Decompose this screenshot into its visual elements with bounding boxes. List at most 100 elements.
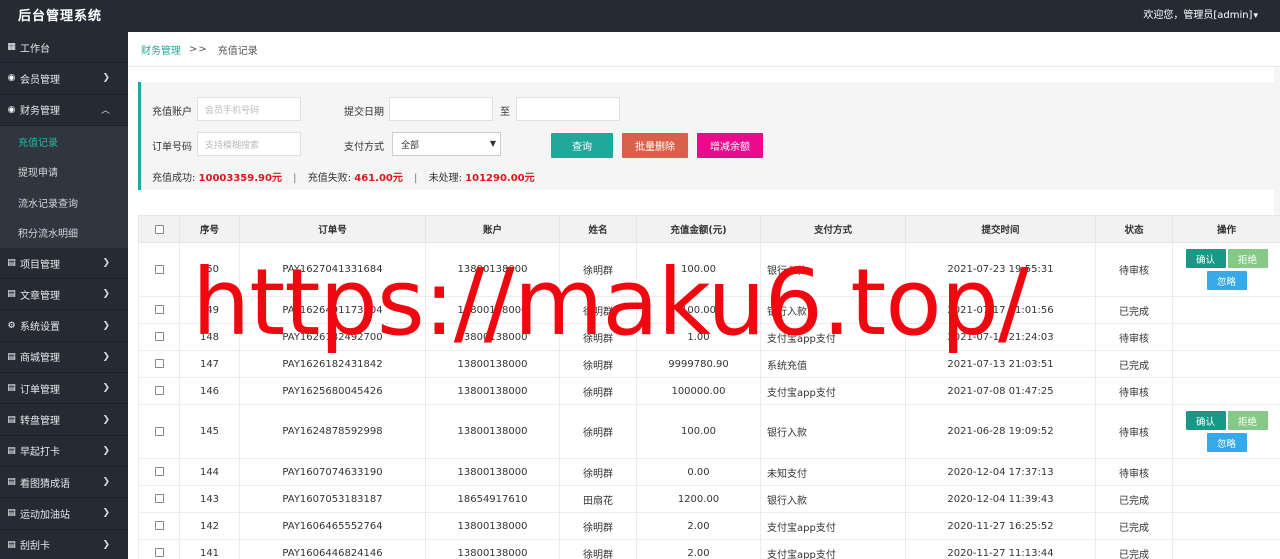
cell-amount: 0.00 [636, 458, 761, 486]
user-menu[interactable]: 欢迎您，管理员[admin]▾ [1143, 6, 1258, 21]
cell-method: 未知支付 [760, 458, 906, 486]
cell-amount: 2.00 [636, 539, 761, 559]
table-row: 145 PAY1624878592998 13800138000 徐明群 100.00 银… [138, 404, 1280, 459]
sidebar-item[interactable]: ▤ 订单管理 ❯ [0, 373, 128, 405]
sidebar-item-workbench[interactable]: ▦ 工作台 [0, 32, 128, 64]
sidebar-item-label: 会员管理 [20, 74, 60, 86]
cell-amount: 1200.00 [636, 485, 761, 513]
row-checkbox[interactable] [154, 494, 164, 503]
account-input[interactable]: 会员手机号码 [197, 97, 301, 121]
column-header: 充值金额(元) [636, 215, 761, 243]
row-checkbox[interactable] [154, 386, 164, 395]
cell-order: PAY1624878592998 [239, 404, 426, 459]
row-checkbox[interactable] [154, 332, 164, 341]
sidebar-item-finance[interactable]: ◉ 财务管理 ︿ [0, 95, 128, 126]
sidebar-item[interactable]: ⚙ 系统设置 ❯ [0, 310, 128, 342]
cell-time: 2021-07-23 19:55:31 [905, 242, 1096, 297]
sidebar-subitem[interactable]: 流水记录查询 [0, 186, 128, 218]
sidebar-item[interactable]: ▤ 刮刮卡 ❯ [0, 530, 128, 559]
pay-method-select[interactable]: 全部 ▼ [392, 132, 501, 156]
cell-method: 银行入款 [760, 404, 906, 459]
sidebar-item[interactable]: ▤ 运动加油站 ❯ [0, 498, 128, 530]
end-date-input[interactable] [516, 97, 620, 121]
cell-account: 13800138000 [425, 350, 560, 378]
chevron-down-icon: ❯ [102, 539, 110, 550]
sidebar-subitem[interactable]: 积分流水明细 [0, 217, 128, 248]
adjust-balance-button[interactable]: 增减余额 [697, 133, 763, 158]
breadcrumb-current: 充值记录 [217, 45, 258, 57]
cell-actions: 确认 拒绝忽略 [1172, 242, 1280, 297]
cell-actions [1172, 458, 1280, 486]
cell-time: 2020-11-27 11:13:44 [905, 539, 1096, 559]
row-select-cell[interactable] [138, 458, 180, 486]
row-select-cell[interactable] [138, 323, 180, 351]
cell-actions [1172, 512, 1280, 540]
select-all-cell[interactable] [138, 215, 180, 243]
cell-time: 2021-07-17 11:01:56 [905, 296, 1096, 324]
cell-time: 2021-07-08 01:47:25 [905, 377, 1096, 405]
cell-id: 149 [179, 296, 240, 324]
row-select-cell[interactable] [138, 512, 180, 540]
row-checkbox[interactable] [154, 426, 164, 436]
row-select-cell[interactable] [138, 539, 180, 559]
batch-delete-button[interactable]: 批量删除 [622, 133, 688, 158]
cell-name: 徐明群 [559, 512, 637, 540]
query-button[interactable]: 查询 [551, 133, 613, 158]
row-select-cell[interactable] [138, 377, 180, 405]
card-icon: ▤ [7, 539, 16, 550]
column-header: 状态 [1095, 215, 1173, 243]
row-checkbox[interactable] [154, 305, 164, 314]
cell-order: PAY1606446824146 [239, 539, 426, 559]
row-select-cell[interactable] [138, 350, 180, 378]
chevron-down-icon: ❯ [102, 73, 110, 84]
row-checkbox[interactable] [154, 359, 164, 368]
ignore-button[interactable]: 忽略 [1206, 433, 1247, 452]
row-select-cell[interactable] [138, 296, 180, 324]
sidebar-subitem[interactable]: 充值记录 [0, 125, 128, 157]
cell-account: 13800138000 [425, 377, 560, 405]
sidebar-item[interactable]: ▤ 文章管理 ❯ [0, 279, 128, 311]
shield-icon: ◉ [7, 73, 16, 84]
row-select-cell[interactable] [138, 485, 180, 513]
cell-time: 2021-07-13 21:03:51 [905, 350, 1096, 378]
sidebar-item[interactable]: ▤ 商城管理 ❯ [0, 342, 128, 374]
row-checkbox[interactable] [154, 467, 164, 476]
column-header: 姓名 [559, 215, 637, 243]
breadcrumb-finance-link[interactable]: 财务管理 [141, 42, 181, 57]
column-header: 序号 [179, 215, 240, 243]
cell-method: 支付宝app支付 [760, 512, 906, 540]
cell-name: 徐明群 [559, 242, 637, 297]
cell-order: PAY1626182492700 [239, 323, 426, 351]
confirm-button[interactable]: 确认 [1185, 411, 1226, 430]
reject-button[interactable]: 拒绝 [1227, 249, 1268, 268]
row-select-cell[interactable] [138, 242, 180, 297]
ignore-button[interactable]: 忽略 [1206, 271, 1247, 290]
select-all-checkbox[interactable] [154, 224, 164, 234]
row-checkbox[interactable] [154, 548, 164, 557]
reject-button[interactable]: 拒绝 [1227, 411, 1268, 430]
sidebar-item[interactable]: ▤ 早起打卡 ❯ [0, 436, 128, 467]
stats-divider: | [414, 173, 418, 184]
sidebar-item-members[interactable]: ◉ 会员管理 ❯ [0, 63, 128, 95]
filter-panel: 充值账户 会员手机号码 提交日期 至 订单号码 支持模糊搜索 支付方式 全部 ▼… [138, 82, 1280, 190]
cell-time: 2020-12-04 17:37:13 [905, 458, 1096, 486]
sidebar-item[interactable]: ▤ 项目管理 ❯ [0, 248, 128, 280]
cell-method: 支付宝app支付 [760, 323, 906, 351]
row-checkbox[interactable] [154, 264, 164, 274]
cell-status: 待审核 [1095, 377, 1173, 405]
list-icon: ▤ [7, 258, 16, 269]
wheel-icon: ▤ [7, 414, 16, 425]
confirm-button[interactable]: 确认 [1185, 249, 1226, 268]
clock-icon: ▤ [7, 445, 16, 456]
cell-account: 13800138000 [425, 404, 560, 459]
sidebar-subitem[interactable]: 提现申请 [0, 156, 128, 187]
table-row: 147 PAY1626182431842 13800138000 徐明群 9999780… [138, 350, 1280, 378]
cell-method: 系统充值 [760, 350, 906, 378]
row-checkbox[interactable] [154, 521, 164, 530]
breadcrumb-separator: >> [189, 43, 208, 55]
row-select-cell[interactable] [138, 404, 180, 459]
order-input[interactable]: 支持模糊搜索 [197, 132, 301, 156]
start-date-input[interactable] [389, 97, 493, 121]
sidebar-item[interactable]: ▤ 转盘管理 ❯ [0, 404, 128, 436]
sidebar-item[interactable]: ▤ 看图猜成语 ❯ [0, 467, 128, 499]
